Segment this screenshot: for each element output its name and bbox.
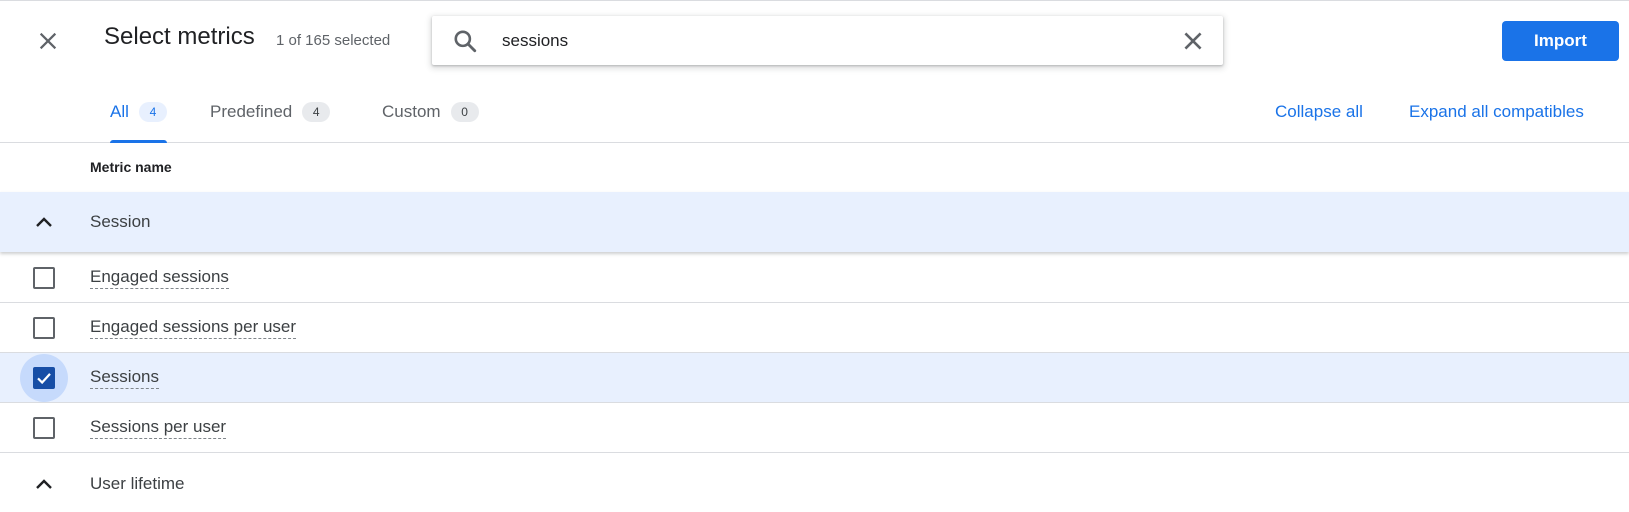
search-input[interactable] (502, 26, 1142, 56)
checkmark-icon (37, 373, 51, 385)
group-label: Session (90, 212, 151, 231)
close-icon (39, 32, 57, 50)
metric-checkbox[interactable] (20, 404, 68, 452)
tab-predefined[interactable]: Predefined 4 (210, 81, 331, 142)
checkbox-box (33, 417, 55, 439)
checkbox-box (33, 267, 55, 289)
column-header-metric-name: Metric name (90, 159, 172, 175)
metric-checkbox[interactable] (20, 254, 68, 302)
checkbox-box (33, 317, 55, 339)
metric-row: Sessions per user (0, 403, 1629, 453)
tab-label: All (110, 101, 129, 121)
metric-row: Engaged sessions per user (0, 303, 1629, 353)
group-row-session[interactable]: Session (0, 192, 1629, 252)
dialog-title: Select metrics (104, 23, 255, 50)
tab-all[interactable]: All 4 (110, 81, 167, 143)
metric-name[interactable]: Engaged sessions per user (90, 317, 297, 339)
tab-count-badge: 4 (138, 101, 167, 122)
tab-count-badge: 4 (302, 101, 331, 122)
tab-custom[interactable]: Custom 0 (382, 81, 479, 142)
clear-search-icon[interactable] (1180, 28, 1206, 54)
search-icon (454, 30, 477, 53)
group-row-user-lifetime[interactable]: User lifetime (0, 454, 1629, 512)
chevron-up-icon[interactable] (32, 472, 56, 496)
tab-label: Predefined (210, 101, 293, 121)
metric-name[interactable]: Sessions (90, 367, 159, 389)
selection-count: 1 of 165 selected (276, 32, 391, 49)
tab-label: Custom (382, 101, 441, 121)
metric-checkbox[interactable] (20, 304, 68, 352)
tab-count-badge: 0 (450, 101, 479, 122)
dialog-header: Select metrics 1 of 165 selected Import (0, 1, 1629, 81)
metric-row: Engaged sessions (0, 253, 1629, 303)
search-box (432, 16, 1223, 65)
tab-bar: All 4 Predefined 4 Custom 0 (0, 81, 1629, 143)
checkbox-box (33, 367, 55, 389)
metric-name[interactable]: Engaged sessions (90, 267, 229, 289)
close-button[interactable] (34, 27, 62, 55)
chevron-up-icon[interactable] (32, 210, 56, 234)
metric-row-selected: Sessions (0, 353, 1629, 403)
metric-name[interactable]: Sessions per user (90, 417, 227, 439)
group-label: User lifetime (90, 474, 185, 493)
expand-all-compatibles-button[interactable]: Expand all compatibles (1409, 102, 1584, 122)
collapse-all-button[interactable]: Collapse all (1275, 102, 1363, 122)
import-button[interactable]: Import (1502, 21, 1619, 61)
metric-checkbox-checked[interactable] (20, 354, 68, 402)
